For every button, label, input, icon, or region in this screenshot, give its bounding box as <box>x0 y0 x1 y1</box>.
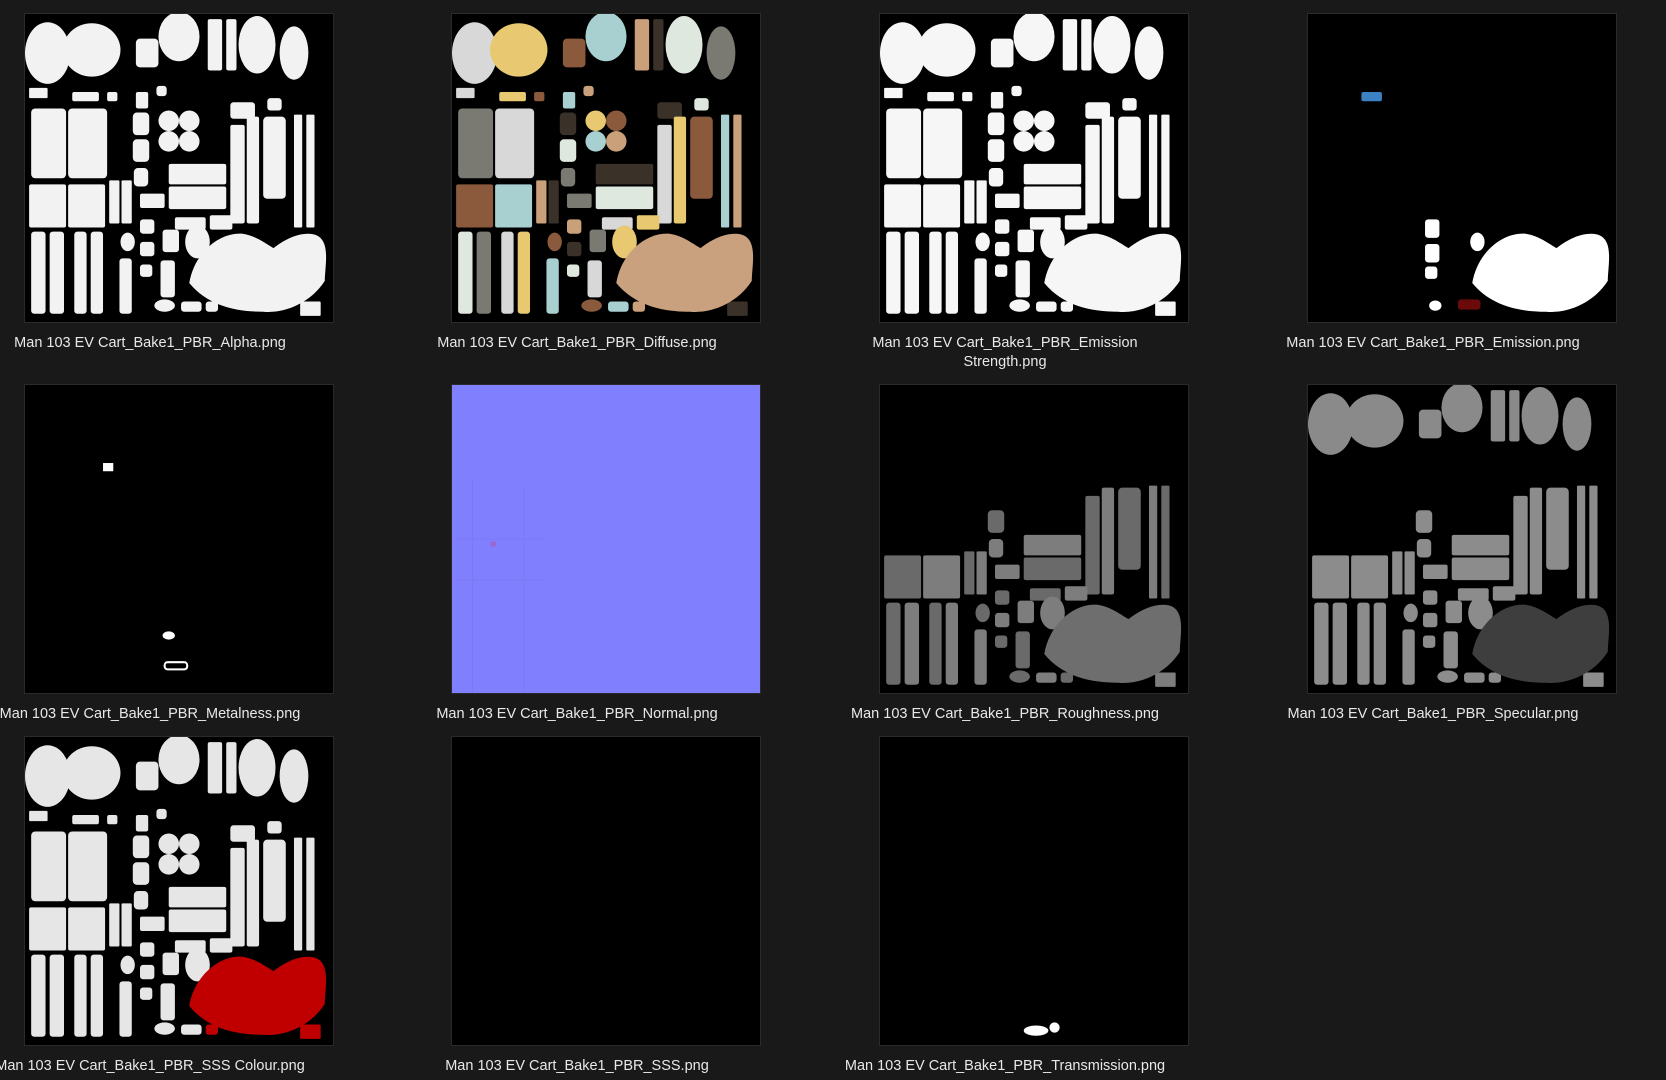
file-name-label[interactable]: Man 103 EV Cart_Bake1_PBR_Transmission.p… <box>735 1057 1275 1076</box>
thumbnail-metalness[interactable] <box>24 384 334 694</box>
thumbnail-transmission[interactable] <box>879 736 1189 1046</box>
thumbnail-roughness[interactable] <box>879 384 1189 694</box>
thumbnail-emission-strength[interactable] <box>879 13 1189 323</box>
file-name-label[interactable]: Man 103 EV Cart_Bake1_PBR_Specular.png <box>1163 705 1666 724</box>
file-name-label[interactable]: Man 103 EV Cart_Bake1_PBR_Emission.png <box>1163 334 1666 353</box>
thumbnail-sss[interactable] <box>451 736 761 1046</box>
thumbnail-diffuse[interactable] <box>451 13 761 323</box>
thumbnail-normal[interactable] <box>451 384 761 694</box>
thumbnail-emission[interactable] <box>1307 13 1617 323</box>
thumbnail-sss-colour[interactable] <box>24 736 334 1046</box>
thumbnail-alpha[interactable] <box>24 13 334 323</box>
thumbnail-grid: Man 103 EV Cart_Bake1_PBR_Alpha.png Man … <box>0 0 1666 1080</box>
thumbnail-specular[interactable] <box>1307 384 1617 694</box>
